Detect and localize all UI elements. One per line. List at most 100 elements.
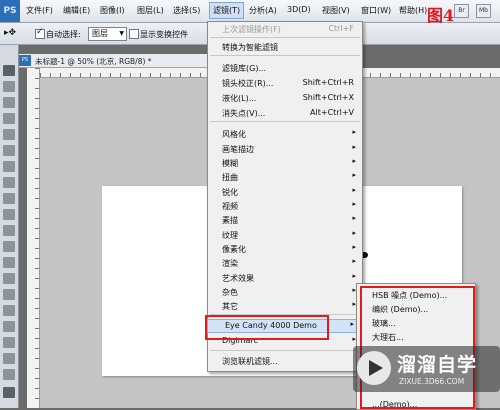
lasso-tool-icon[interactable]: [3, 97, 15, 108]
layer-select[interactable]: 图层 ▼: [88, 27, 127, 41]
menu-item-label: 浏览联机滤镜...: [222, 357, 278, 366]
color-swatch-icon[interactable]: [3, 387, 15, 398]
brush-tool-icon[interactable]: [3, 177, 15, 188]
menu-item-label: 纹理: [222, 231, 238, 240]
menu-layer[interactable]: 图层(L): [137, 5, 164, 16]
menu-select[interactable]: 选择(S): [173, 5, 200, 16]
menu-bar: PS 文件(F) 编辑(E) 图像(I) 图层(L) 选择(S) 滤镜(T) 分…: [0, 0, 500, 25]
menu-item-vanishing-point[interactable]: 消失点(V)... Alt+Ctrl+V: [208, 107, 362, 119]
submenu-arrow-icon: ▸: [352, 229, 356, 237]
menu-item-pixelate[interactable]: 像素化 ▸: [208, 243, 362, 255]
menu-item-artistic[interactable]: 艺术效果 ▸: [208, 272, 362, 284]
menu-item-label: 画笔描边: [222, 145, 254, 154]
ps-document-icon: PS: [19, 55, 31, 66]
menu-file[interactable]: 文件(F): [26, 5, 53, 16]
menu-item-label: 像素化: [222, 245, 246, 254]
document-title: 未标题-1 @ 50% (北京, RGB/8) *: [35, 57, 152, 66]
toolbox: [0, 45, 19, 408]
minibridge-button[interactable]: Mb: [476, 4, 491, 18]
marquee-tool-icon[interactable]: [3, 81, 15, 92]
menu-item-video[interactable]: 视频 ▸: [208, 200, 362, 212]
crop-tool-icon[interactable]: [3, 129, 15, 140]
submenu-arrow-icon: ▸: [352, 186, 356, 194]
menu-filter[interactable]: 滤镜(T): [209, 2, 245, 19]
menu-item-browse-online[interactable]: 浏览联机滤镜...: [208, 355, 362, 367]
type-tool-icon[interactable]: [3, 305, 15, 316]
gradient-tool-icon[interactable]: [3, 241, 15, 252]
eraser-tool-icon[interactable]: [3, 225, 15, 236]
menu-3d[interactable]: 3D(D): [287, 5, 311, 14]
menu-item-convert-smart[interactable]: 转换为智能滤镜: [208, 41, 362, 53]
submenu-arrow-icon: ▸: [352, 143, 356, 151]
clone-stamp-tool-icon[interactable]: [3, 193, 15, 204]
menu-item-shortcut: Alt+Ctrl+V: [310, 108, 354, 117]
menu-item-label: 转换为智能滤镜: [222, 43, 278, 52]
menu-window[interactable]: 窗口(W): [361, 5, 391, 16]
watermark-url: ZIXUE.3D66.COM: [399, 377, 465, 386]
menu-item-label: 其它: [222, 302, 238, 311]
healing-brush-tool-icon[interactable]: [3, 161, 15, 172]
watermark-play-icon: [357, 351, 391, 385]
bridge-button[interactable]: Br: [454, 4, 469, 18]
eyedropper-tool-icon[interactable]: [3, 145, 15, 156]
menu-image[interactable]: 图像(I): [100, 5, 125, 16]
menu-item-label: 滤镜库(G)...: [222, 64, 267, 73]
menu-item-label: 液化(L)...: [222, 94, 257, 103]
submenu-arrow-icon: ▸: [352, 257, 356, 265]
history-brush-tool-icon[interactable]: [3, 209, 15, 220]
path-select-tool-icon[interactable]: [3, 321, 15, 332]
menu-item-sketch[interactable]: 素描 ▸: [208, 214, 362, 226]
blur-tool-icon[interactable]: [3, 257, 15, 268]
menu-item-sharpen[interactable]: 锐化 ▸: [208, 186, 362, 198]
highlight-box: [205, 315, 329, 340]
menu-item-render[interactable]: 渲染 ▸: [208, 257, 362, 269]
menu-item-label: 素描: [222, 216, 238, 225]
show-transform-checkbox[interactable]: [129, 29, 139, 39]
submenu-arrow-icon: ▸: [350, 320, 354, 328]
ruler-vertical: [27, 68, 40, 408]
hand-tool-icon[interactable]: [3, 353, 15, 364]
menu-item-liquify[interactable]: 液化(L)... Shift+Ctrl+X: [208, 92, 362, 104]
menu-item-blur[interactable]: 模糊 ▸: [208, 157, 362, 169]
pen-tool-icon[interactable]: [3, 289, 15, 300]
menu-item-distort[interactable]: 扭曲 ▸: [208, 171, 362, 183]
menu-edit[interactable]: 编辑(E): [63, 5, 90, 16]
shape-tool-icon[interactable]: [3, 337, 15, 348]
auto-select-checkbox[interactable]: [35, 27, 45, 39]
menu-separator: [210, 37, 360, 38]
move-tool-icon[interactable]: ▸✥: [4, 28, 16, 38]
menu-item-noise[interactable]: 杂色 ▸: [208, 286, 362, 298]
menu-view[interactable]: 视图(V): [322, 5, 350, 16]
menu-separator: [210, 121, 360, 122]
quick-select-tool-icon[interactable]: [3, 113, 15, 124]
menu-item-stylize[interactable]: 风格化 ▸: [208, 128, 362, 140]
submenu-arrow-icon: ▸: [352, 200, 356, 208]
app-logo: PS: [0, 0, 20, 22]
menu-item-label: 模糊: [222, 159, 238, 168]
menu-item-label: 风格化: [222, 130, 246, 139]
menu-separator: [210, 55, 360, 56]
dodge-tool-icon[interactable]: [3, 273, 15, 284]
submenu-arrow-icon: ▸: [352, 171, 356, 179]
layer-select-value: 图层: [92, 29, 108, 38]
menu-item-brush-strokes[interactable]: 画笔描边 ▸: [208, 143, 362, 155]
menu-item-other[interactable]: 其它 ▸: [208, 300, 362, 312]
submenu-arrow-icon: ▸: [352, 157, 356, 165]
menu-item-shortcut: Shift+Ctrl+X: [302, 93, 354, 102]
menu-item-label: 上次滤镜操作(F): [222, 25, 281, 34]
menu-analysis[interactable]: 分析(A): [249, 5, 277, 16]
menu-item-label: 镜头校正(R)...: [222, 79, 274, 88]
menu-item-lens-correction[interactable]: 镜头校正(R)... Shift+Ctrl+R: [208, 77, 362, 89]
menu-help[interactable]: 帮助(H): [399, 5, 427, 16]
menu-item-filter-gallery[interactable]: 滤镜库(G)...: [208, 62, 362, 74]
menu-item-texture[interactable]: 纹理 ▸: [208, 229, 362, 241]
move-tool-icon[interactable]: [3, 65, 15, 76]
submenu-arrow-icon: ▸: [352, 243, 356, 251]
submenu-arrow-icon: ▸: [352, 214, 356, 222]
chevron-down-icon: ▼: [119, 30, 124, 37]
menu-item-label: 艺术效果: [222, 274, 254, 283]
zoom-tool-icon[interactable]: [3, 369, 15, 380]
menu-item-last-filter[interactable]: 上次滤镜操作(F) Ctrl+F: [208, 23, 362, 35]
menu-item-label: 锐化: [222, 188, 238, 197]
menu-item-label: 扭曲: [222, 173, 238, 182]
